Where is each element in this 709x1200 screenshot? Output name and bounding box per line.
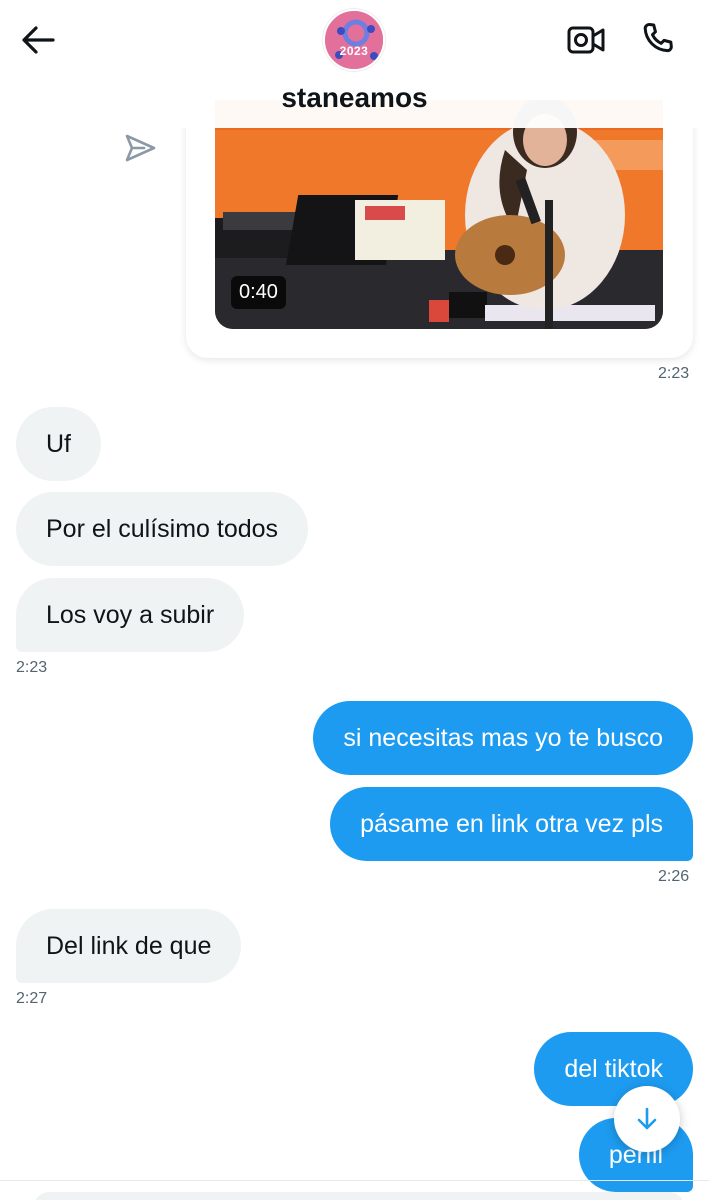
video-duration-badge: 0:40 <box>231 276 286 309</box>
arrow-down-icon <box>637 1107 657 1130</box>
message-bubble-outgoing[interactable]: si necesitas mas yo te busco <box>313 701 693 775</box>
video-camera-icon <box>567 26 605 54</box>
message-timestamp: 2:23 <box>658 365 690 382</box>
message-timestamp: 2:26 <box>658 868 690 885</box>
message-timestamp: 2:27 <box>16 990 48 1007</box>
paper-plane-icon <box>125 134 156 162</box>
message-bubble-outgoing[interactable]: pásame en link otra vez pls <box>330 787 693 861</box>
scroll-to-bottom-button[interactable] <box>614 1086 680 1152</box>
video-call-button[interactable] <box>564 18 608 62</box>
message-bubble-incoming[interactable]: Del link de que <box>16 909 242 983</box>
phone-icon <box>643 23 673 53</box>
conversation-title[interactable]: staneamos <box>0 82 709 114</box>
arrow-left-icon <box>22 26 55 54</box>
message-bubble-incoming[interactable]: Los voy a subir <box>16 578 245 652</box>
composer-divider <box>0 1180 709 1181</box>
avatar-artwork-icon <box>325 11 383 69</box>
message-timestamp: 2:23 <box>16 659 48 676</box>
call-button[interactable] <box>636 16 680 60</box>
message-bubble-incoming[interactable]: Por el culísimo todos <box>16 492 309 566</box>
avatar-year-label: 2023 <box>339 44 369 58</box>
message-bubble-incoming[interactable]: Uf <box>16 407 101 481</box>
avatar[interactable]: 2023 <box>323 9 385 71</box>
conversation-header: 2023 staneamos <box>0 0 709 128</box>
message-composer-input[interactable] <box>34 1192 684 1200</box>
back-button[interactable] <box>18 20 58 60</box>
